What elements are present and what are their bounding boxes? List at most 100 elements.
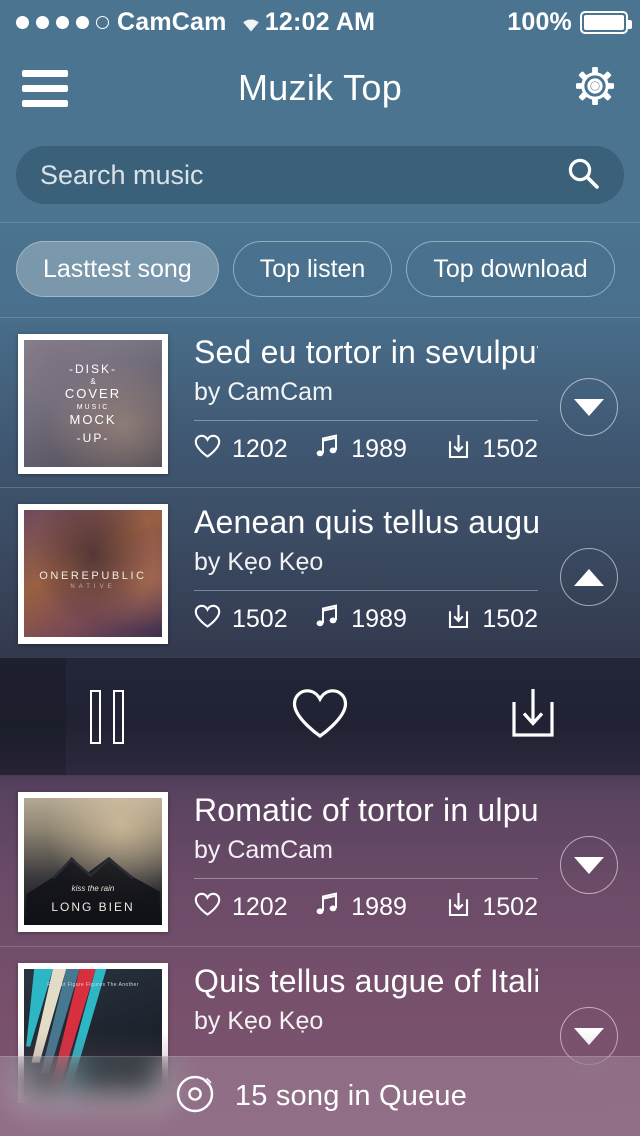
signal-dot bbox=[36, 15, 49, 29]
stat-likes: 1202 bbox=[194, 891, 315, 925]
song-artist: by Kẹo Kẹo bbox=[194, 547, 324, 576]
carrier-name: CamCam bbox=[117, 7, 227, 36]
app-header: Muzik Top bbox=[0, 44, 640, 132]
music-note-icon bbox=[315, 433, 340, 466]
tab-lasttest-song[interactable]: Lasttest song bbox=[16, 241, 219, 297]
download-button[interactable] bbox=[427, 685, 640, 748]
song-title: Aenean quis tellus augue... bbox=[194, 504, 538, 540]
search-section bbox=[0, 132, 640, 222]
search-input[interactable] bbox=[40, 159, 566, 191]
like-button[interactable] bbox=[213, 687, 426, 746]
tab-top-listen[interactable]: Top listen bbox=[232, 241, 393, 297]
stat-downloads-value: 1502 bbox=[482, 893, 538, 922]
battery-icon bbox=[580, 10, 632, 34]
album-art-text: Protest Figure Figures The Another bbox=[47, 981, 139, 988]
stat-downloads: 1502 bbox=[446, 891, 538, 925]
collapse-toggle-button[interactable] bbox=[560, 548, 618, 606]
search-icon[interactable] bbox=[566, 156, 600, 195]
heart-outline-icon bbox=[291, 687, 349, 746]
album-art: -DISK- & COVER MUSIC MOCK -UP- bbox=[18, 334, 168, 474]
app-root: CamCam 12:02 AM 100% Muzik Top Search mu… bbox=[0, 0, 640, 1136]
song-stats: 1202 1989 1502 bbox=[194, 891, 538, 925]
divider bbox=[194, 589, 538, 591]
battery-percent-label: 100% bbox=[507, 7, 572, 36]
expand-toggle-button[interactable] bbox=[560, 836, 618, 894]
song-list-item[interactable]: -DISK- & COVER MUSIC MOCK -UP- Sed eu to… bbox=[0, 317, 640, 487]
gear-icon[interactable] bbox=[572, 63, 618, 114]
album-art-text: -UP- bbox=[76, 431, 110, 446]
album-art-text: MUSIC bbox=[76, 403, 110, 411]
song-stats: 1502 1989 1502 bbox=[194, 603, 538, 637]
song-meta: Aenean quis tellus augue... by Kẹo Kẹo 1… bbox=[168, 504, 622, 637]
vinyl-record-icon bbox=[173, 1072, 217, 1121]
divider bbox=[194, 877, 538, 879]
song-meta: Romatic of tortor in ulput... by CamCam … bbox=[168, 792, 622, 925]
song-meta: Sed eu tortor in sevulput... by CamCam 1… bbox=[168, 334, 622, 467]
tab-top-download[interactable]: Top download bbox=[406, 241, 615, 297]
song-stats: 1202 1989 1502 bbox=[194, 433, 538, 467]
stat-likes: 1202 bbox=[194, 433, 315, 467]
signal-dot bbox=[16, 15, 29, 29]
download-tray-icon bbox=[506, 685, 560, 748]
stat-downloads: 1502 bbox=[446, 603, 538, 637]
signal-dot bbox=[76, 15, 89, 29]
song-artist: by CamCam bbox=[194, 835, 333, 864]
album-art-text: ONEREPUBLIC bbox=[39, 569, 147, 582]
music-note-icon bbox=[315, 603, 340, 636]
stat-downloads-value: 1502 bbox=[482, 435, 538, 464]
expanded-player-controls bbox=[0, 657, 640, 776]
hamburger-menu-icon[interactable] bbox=[22, 69, 68, 107]
download-tray-icon bbox=[446, 603, 471, 637]
album-art-text: & bbox=[90, 376, 96, 386]
album-art-text: kiss the rain bbox=[71, 884, 115, 894]
download-tray-icon bbox=[446, 433, 471, 467]
pause-icon bbox=[89, 689, 124, 744]
pause-button[interactable] bbox=[0, 689, 213, 744]
chevron-down-icon bbox=[574, 1027, 604, 1045]
music-note-icon bbox=[315, 891, 340, 924]
download-tray-icon bbox=[446, 891, 471, 925]
song-list-item[interactable]: ONEREPUBLIC NATIVE Aenean quis tellus au… bbox=[0, 487, 640, 657]
status-bar-right: 100% bbox=[507, 8, 640, 37]
album-art: ONEREPUBLIC NATIVE bbox=[18, 504, 168, 644]
song-list-item[interactable]: kiss the rain LONG BIEN Romatic of torto… bbox=[0, 776, 640, 946]
stat-likes-value: 1202 bbox=[232, 893, 288, 922]
page-title: Muzik Top bbox=[237, 67, 403, 108]
stat-plays-value: 1989 bbox=[351, 435, 407, 464]
album-art-text: -DISK- bbox=[69, 361, 117, 376]
album-art: kiss the rain LONG BIEN bbox=[18, 792, 168, 932]
song-artist: by CamCam bbox=[194, 377, 333, 406]
heart-outline-icon bbox=[194, 892, 221, 924]
song-artist: by Kẹo Kẹo bbox=[194, 1006, 324, 1035]
signal-dot bbox=[56, 15, 69, 29]
signal-dot-empty bbox=[96, 15, 109, 29]
stat-downloads-value: 1502 bbox=[482, 605, 538, 634]
stat-plays: 1989 bbox=[315, 891, 446, 925]
song-meta: Quis tellus augue of Italia... by Kẹo Kẹ… bbox=[168, 963, 622, 1036]
divider bbox=[194, 419, 538, 421]
queue-bar[interactable]: 15 song in Queue bbox=[0, 1056, 640, 1136]
song-list: -DISK- & COVER MUSIC MOCK -UP- Sed eu to… bbox=[0, 317, 640, 1116]
stat-plays: 1989 bbox=[315, 433, 446, 467]
stat-downloads: 1502 bbox=[446, 433, 538, 467]
chevron-down-icon bbox=[574, 856, 604, 874]
album-art-text: NATIVE bbox=[70, 583, 116, 590]
filter-tabs: Lasttest song Top listen Top download bbox=[0, 223, 640, 317]
wifi-icon bbox=[237, 12, 265, 33]
song-title: Sed eu tortor in sevulput... bbox=[194, 334, 538, 370]
stat-plays-value: 1989 bbox=[351, 605, 407, 634]
status-bar-left: CamCam bbox=[0, 8, 265, 37]
search-box[interactable] bbox=[16, 146, 624, 204]
signal-strength-dots bbox=[16, 15, 109, 29]
stat-plays-value: 1989 bbox=[351, 893, 407, 922]
heart-outline-icon bbox=[194, 434, 221, 466]
song-title: Romatic of tortor in ulput... bbox=[194, 792, 538, 828]
stat-plays: 1989 bbox=[315, 603, 446, 637]
queue-bar-label: 15 song in Queue bbox=[234, 1080, 468, 1112]
chevron-down-icon bbox=[574, 398, 604, 416]
album-art-text: LONG BIEN bbox=[51, 899, 135, 914]
expand-toggle-button[interactable] bbox=[560, 378, 618, 436]
chevron-up-icon bbox=[574, 568, 604, 586]
album-art-text: COVER bbox=[64, 385, 122, 401]
stat-likes-value: 1502 bbox=[232, 605, 288, 634]
